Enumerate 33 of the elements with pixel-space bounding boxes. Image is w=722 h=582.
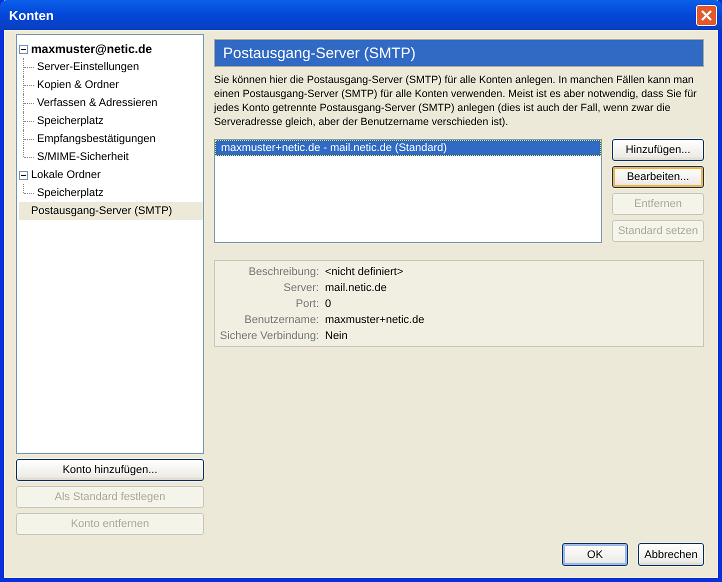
detail-value: 0	[325, 297, 332, 312]
account-button[interactable]: Konto hinzufügen...	[16, 459, 204, 481]
tree-item[interactable]: Speicherplatz	[19, 112, 203, 130]
tree-item[interactable]: Server-Einstellungen	[19, 58, 203, 76]
close-icon	[700, 8, 713, 22]
description-text: Sie können hier die Postausgang-Server (SMTP) für alle Konten anlegen. In manchen Fällen kann man einen Postausgang-Server (SMTP) für alle Konten verwenden. Meist ist es aber notwendig, dass Sie für jedes Konto getrennte Postausgang-Server (SMTP) anlegen (dies ist auch der Fall, wenn zwar die Serveradresse gleich, aber der Benutzername verschieden ist).	[214, 73, 698, 129]
detail-value: mail.netic.de	[325, 281, 388, 296]
tree-item[interactable]: Lokale Ordner	[19, 166, 203, 184]
panel-header: Postausgang-Server (SMTP)	[214, 39, 704, 67]
detail-label: Port:	[294, 297, 319, 312]
window-title: Konten	[9, 8, 54, 22]
server-button[interactable]: Hinzufügen...	[612, 139, 704, 161]
tree-item[interactable]: Postausgang-Server (SMTP)	[19, 202, 203, 220]
detail-value: Nein	[325, 329, 349, 344]
dialog-button[interactable]: OK	[562, 543, 628, 566]
server-button[interactable]: Bearbeiten...	[612, 166, 704, 188]
tree-item[interactable]: Speicherplatz	[19, 184, 203, 202]
minus-icon[interactable]	[19, 44, 28, 54]
detail-value: <nicht definiert>	[325, 265, 404, 280]
tree-item[interactable]: Verfassen & Adressieren	[19, 94, 203, 112]
tree-item[interactable]: maxmuster@netic.de	[19, 40, 203, 58]
detail-label: Benutzername:	[243, 313, 319, 328]
tree-item[interactable]: S/MIME-Sicherheit	[19, 148, 203, 166]
server-item[interactable]: maxmuster+netic.de - mail.netic.de (Standard)	[215, 140, 601, 156]
detail-value: maxmuster+netic.de	[325, 313, 426, 328]
minus-icon[interactable]	[19, 170, 28, 180]
detail-label: Server:	[282, 281, 319, 296]
detail-label: Beschreibung:	[248, 265, 319, 280]
detail-label: Sichere Verbindung:	[218, 329, 319, 344]
tree-item[interactable]: Empfangsbestätigungen	[19, 130, 203, 148]
tree-item[interactable]: Kopien & Ordner	[19, 76, 203, 94]
dialog-button[interactable]: Abbrechen	[638, 543, 704, 566]
close-button[interactable]	[696, 4, 717, 26]
